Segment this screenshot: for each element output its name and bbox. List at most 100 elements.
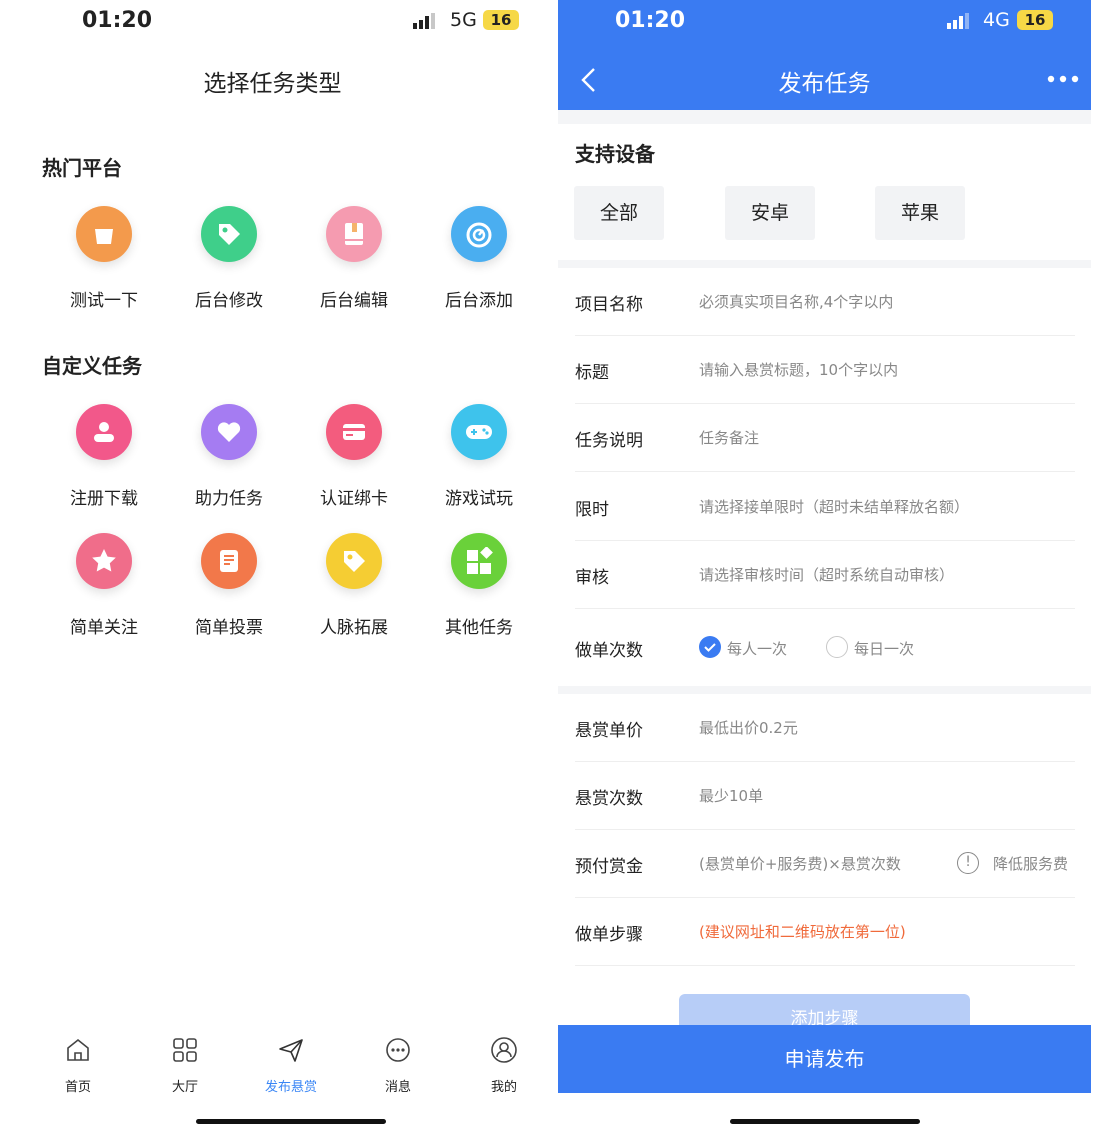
bottom-tab-bar: 首页 大厅 发布悬赏 消息 我的 [0,1030,545,1100]
hot-item-label: 后台添加 [445,291,513,311]
device-ios-button[interactable]: 苹果 [875,186,965,240]
custom-item-bind-card[interactable]: 认证绑卡 [294,404,414,509]
unit-price-row[interactable]: 悬赏单价 最低出价0.2元 [575,694,1075,762]
tab-publish[interactable]: 发布悬赏 [251,1036,331,1095]
steps-row[interactable]: 做单步骤 (建议网址和二维码放在第一位) [575,898,1075,966]
radio-once-per-day[interactable] [826,636,848,658]
custom-task-title: 自定义任务 [42,354,142,378]
signal-icon [413,13,435,29]
custom-item-other[interactable]: 其他任务 [419,533,539,638]
custom-item-label: 其他任务 [445,618,513,638]
hot-item-add[interactable]: 后台添加 [419,206,539,311]
row-label: 做单次数 [575,641,643,661]
custom-item-label: 简单投票 [195,618,263,638]
tab-mine[interactable]: 我的 [464,1036,544,1095]
network-type: 4G [983,9,1010,31]
warning-icon[interactable]: ! [957,852,979,874]
device-section-title: 支持设备 [575,142,655,166]
hot-item-modify[interactable]: 后台修改 [169,206,289,311]
hot-item-label: 后台编辑 [320,291,388,311]
tab-label: 发布悬赏 [264,1080,317,1095]
home-indicator [196,1119,386,1124]
grid-icon [173,1038,197,1062]
section-divider [558,686,1091,694]
project-name-input[interactable]: 必须真实项目名称,4个字以内 [699,291,893,312]
custom-item-label: 人脉拓展 [320,618,388,638]
title-input[interactable]: 请输入悬赏标题，10个字以内 [699,359,898,380]
review-select[interactable]: 请选择审核时间（超时系统自动审核） [699,564,954,585]
more-icon[interactable] [1046,73,1080,85]
hot-item-label: 后台修改 [195,291,263,311]
tab-label: 我的 [490,1080,517,1095]
custom-item-follow[interactable]: 简单关注 [44,533,164,638]
prepay-value: (悬赏单价+服务费)×悬赏次数 [699,855,901,873]
reduce-fee-link[interactable]: 降低服务费 [993,853,1068,874]
tab-home[interactable]: 首页 [38,1036,118,1095]
shopping-bag-icon [76,206,132,262]
tab-message[interactable]: 消息 [358,1036,438,1095]
description-input[interactable]: 任务备注 [699,427,759,448]
custom-item-network[interactable]: 人脉拓展 [294,533,414,638]
radio-label: 每人一次 [727,640,788,658]
custom-item-game[interactable]: 游戏试玩 [419,404,539,509]
tag-icon [326,533,382,589]
review-row[interactable]: 审核 请选择审核时间（超时系统自动审核） [575,541,1075,609]
status-bar: 01:20 5G 16 [0,0,545,44]
page-title: 选择任务类型 [203,71,342,97]
device-all-button[interactable]: 全部 [574,186,664,240]
description-row[interactable]: 任务说明 任务备注 [575,404,1075,472]
custom-item-register[interactable]: 注册下载 [44,404,164,509]
status-time: 01:20 [615,8,686,33]
battery-icon: 16 [483,10,519,30]
gamepad-icon [451,404,507,460]
custom-item-boost[interactable]: 助力任务 [169,404,289,509]
time-limit-row[interactable]: 限时 请选择接单限时（超时未结单释放名额） [575,473,1075,541]
row-label: 项目名称 [575,295,643,315]
home-icon [67,1038,89,1061]
row-label: 标题 [575,363,609,383]
section-divider [558,260,1091,268]
custom-item-label: 认证绑卡 [320,489,388,509]
steps-hint: (建议网址和二维码放在第一位) [699,923,906,941]
radio-once-per-person[interactable] [699,636,721,658]
row-label: 悬赏单价 [575,721,643,741]
tab-label: 消息 [384,1080,411,1095]
home-indicator [730,1119,920,1124]
tab-label: 首页 [64,1080,91,1095]
radio-label: 每日一次 [854,640,915,658]
tab-hall[interactable]: 大厅 [145,1036,225,1095]
row-label: 限时 [575,500,609,520]
heart-icon [201,404,257,460]
submit-button[interactable]: 申请发布 [558,1025,1091,1093]
check-icon [704,643,716,652]
apps-icon [451,533,507,589]
hot-item-label: 测试一下 [70,291,138,311]
time-limit-select[interactable]: 请选择接单限时（超时未结单释放名额） [699,496,969,517]
profile-icon [491,1037,517,1063]
times-row: 做单次数 每人一次 每日一次 [575,614,1075,682]
page-title: 发布任务 [778,71,871,97]
star-icon [76,533,132,589]
reward-count-row[interactable]: 悬赏次数 最少10单 [575,762,1075,830]
tab-label: 大厅 [171,1080,198,1095]
chat-icon [386,1038,410,1062]
row-label: 任务说明 [575,431,643,451]
hot-item-edit[interactable]: 后台编辑 [294,206,414,311]
tag-icon [201,206,257,262]
project-name-row[interactable]: 项目名称 必须真实项目名称,4个字以内 [575,268,1075,336]
title-row[interactable]: 标题 请输入悬赏标题，10个字以内 [575,336,1075,404]
custom-item-vote[interactable]: 简单投票 [169,533,289,638]
signal-icon [947,13,969,29]
user-icon [76,404,132,460]
status-bar: 01:20 4G 16 [558,0,1091,44]
unit-price-input[interactable]: 最低出价0.2元 [699,717,798,738]
device-android-button[interactable]: 安卓 [725,186,815,240]
custom-item-label: 游戏试玩 [445,489,513,509]
publish-task-screen: 01:20 4G 16 发布任务 支持设备 全部 安卓 苹果 项目名称 必须真实… [558,0,1091,1124]
reward-count-input[interactable]: 最少10单 [699,785,763,806]
gauge-icon [451,206,507,262]
task-type-screen: 01:20 5G 16 选择任务类型 热门平台 测试一下 后台修改 后台编辑 后… [0,0,545,1124]
hot-platform-title: 热门平台 [42,156,122,180]
hot-item-test[interactable]: 测试一下 [44,206,164,311]
card-icon [326,404,382,460]
